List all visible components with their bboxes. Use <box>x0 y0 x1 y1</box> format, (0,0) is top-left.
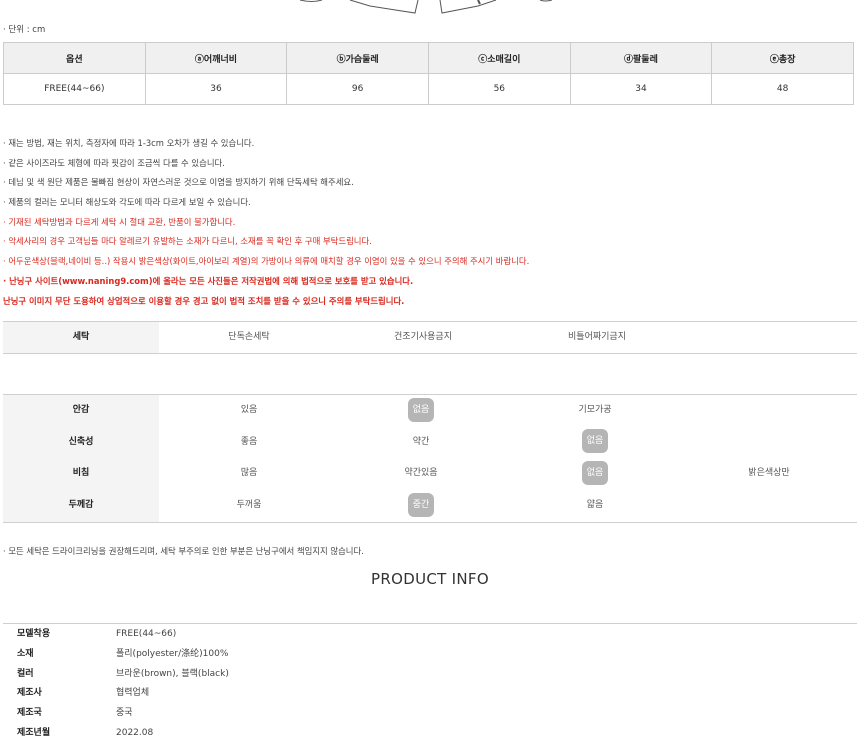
attribute-option: 기모가공 <box>578 405 612 415</box>
size-header-option: 옵션 <box>3 42 146 74</box>
warning-notice-item: · 어두운색상(블랙,네이비 등..) 작용시 밝은색상(화이트,아이보리 계열… <box>3 256 530 267</box>
product-info-value: 협력업체 <box>116 688 150 699</box>
size-cell-sleeve: 56 <box>427 73 571 105</box>
unit-label: · 단위 : cm <box>3 25 46 35</box>
attribute-option-selected: 중간 <box>351 490 491 522</box>
attribute-option: 얇음 <box>586 500 604 511</box>
notice-list: · 재는 방법, 재는 위치, 측정자에 따라 1-3cm 오차가 생길 수 있… <box>3 134 855 311</box>
size-cell-arm: 34 <box>569 73 713 105</box>
size-cell-shoulder: 36 <box>144 73 288 105</box>
product-info-key: 제조국 <box>17 708 42 719</box>
size-cell-option: FREE(44~66) <box>3 73 146 105</box>
product-info-key: 제조년월 <box>17 727 51 738</box>
product-info-row: 소재 폴리(polyester/涤纶)100% <box>3 645 857 665</box>
notice-item: · 재는 방법, 재는 위치, 측정자에 따라 1-3cm 오차가 생길 수 있… <box>3 138 255 148</box>
garment-illustration-fragment <box>299 0 553 14</box>
size-table: 옵션 ⓐ어깨너비 ⓑ가슴둘레 ⓒ소매길이 ⓓ팔둘레 ⓔ총장 FREE(44~66… <box>3 42 854 105</box>
product-info-key: 제조사 <box>17 688 42 699</box>
size-header-length: ⓔ총장 <box>711 42 854 74</box>
attribute-option: 두꺼움 <box>236 500 262 511</box>
product-info-row: 제조사 협력업체 <box>3 684 857 704</box>
product-info-key: 컬러 <box>17 668 34 679</box>
attribute-option: 약간 <box>412 436 430 447</box>
size-table-header-row: 옵션 ⓐ어깨너비 ⓑ가슴둘레 ⓒ소매길이 ⓓ팔둘레 ⓔ총장 <box>3 42 854 74</box>
product-info-value: 중국 <box>116 708 133 719</box>
size-header-sleeve: ⓒ소매길이 <box>427 42 571 74</box>
product-info-value: FREE(44~66) <box>116 629 177 639</box>
attribute-option: 밝은색상만 <box>748 468 790 479</box>
washing-option: 단독손세탁 <box>228 332 270 342</box>
attribute-option: 있음 <box>240 405 258 415</box>
attribute-label: 안감 <box>3 395 159 427</box>
washing-option: 비틀어짜기금지 <box>568 332 626 342</box>
notice-item: · 제품의 컬러는 모니터 해상도와 각도에 따라 다르게 보일 수 있습니다. <box>3 197 251 208</box>
product-info-title: PRODUCT INFO <box>371 570 489 588</box>
product-info-table: 모델착용 FREE(44~66) 소재 폴리(polyester/涤纶)100%… <box>3 623 857 744</box>
attribute-option-selected: 없음 <box>351 395 491 427</box>
attribute-label: 비침 <box>3 458 159 491</box>
notice-item: · 같은 사이즈라도 체형에 따라 핏감이 조금씩 다를 수 있습니다. <box>3 157 225 168</box>
size-cell-length: 48 <box>711 73 854 105</box>
attribute-option: 약간있음 <box>404 468 438 479</box>
washing-instructions: 세탁 단독손세탁 건조기사용금지 비틀어짜기금지 <box>3 321 857 354</box>
table-row: FREE(44~66) 36 96 56 34 48 <box>3 73 854 105</box>
product-info-value: 폴리(polyester/涤纶)100% <box>116 648 229 659</box>
attribute-label: 두께감 <box>3 490 159 522</box>
attribute-label: 신축성 <box>3 426 159 459</box>
attribute-row-sheerness: 비침 많음 약간있음 없음 밝은색상만 <box>3 458 857 491</box>
attribute-row-thickness: 두께감 두꺼움 중간 얇음 <box>3 490 857 522</box>
product-info-value: 2022.08 <box>116 727 154 738</box>
notice-item: · 데님 및 색 원단 제품은 물빠짐 현상이 자연스러운 것으로 이염을 방지… <box>3 177 354 188</box>
attribute-option: 많음 <box>240 468 258 479</box>
attribute-option-selected: 없음 <box>525 458 665 490</box>
fabric-attributes-table: 안감 있음 없음 기모가공 신축성 좋음 약간 없음 비침 많음 약간있음 없음… <box>3 394 857 523</box>
copyright-notice: · 난닝구 사이트(www.naning9.com)에 올라는 모든 사진들은 … <box>3 275 414 286</box>
washing-disclaimer: · 모든 세탁은 드라이크리닝을 권장해드리며, 세탁 부주의로 인한 부분은 … <box>3 546 364 556</box>
product-info-row: 모델착용 FREE(44~66) <box>3 625 857 645</box>
product-info-row: 제조국 중국 <box>3 704 857 724</box>
attribute-row-lining: 안감 있음 없음 기모가공 <box>3 395 857 427</box>
product-info-row: 제조년월 2022.08 <box>3 724 857 744</box>
size-header-shoulder: ⓐ어깨너비 <box>144 42 288 74</box>
size-cell-chest: 96 <box>286 73 429 105</box>
product-info-value: 브라운(brown), 블랙(black) <box>116 668 229 679</box>
washing-label: 세탁 <box>3 322 159 353</box>
attribute-option: 좋음 <box>240 436 258 447</box>
attribute-option-selected: 없음 <box>525 427 665 459</box>
attribute-row-stretch: 신축성 좋음 약간 없음 <box>3 426 857 459</box>
product-info-row: 컬러 브라운(brown), 블랙(black) <box>3 665 857 685</box>
washing-option: 건조기사용금지 <box>394 332 452 342</box>
warning-notice-item: · 기재된 세탁방법과 다르게 세탁 시 절대 교환, 반품이 불가합니다. <box>3 216 236 227</box>
size-header-arm: ⓓ팔둘레 <box>569 42 713 74</box>
warning-notice-item: · 악세사리의 경우 고객님들 마다 알레르기 유발하는 소재가 다르니, 소재… <box>3 236 372 247</box>
product-info-key: 모델착용 <box>17 629 51 639</box>
product-info-key: 소재 <box>17 648 34 659</box>
size-header-chest: ⓑ가슴둘레 <box>286 42 429 74</box>
copyright-warning: 난닝구 이미지 무단 도용하여 상업적으로 이용할 경우 경고 없이 법적 조치… <box>3 295 405 306</box>
